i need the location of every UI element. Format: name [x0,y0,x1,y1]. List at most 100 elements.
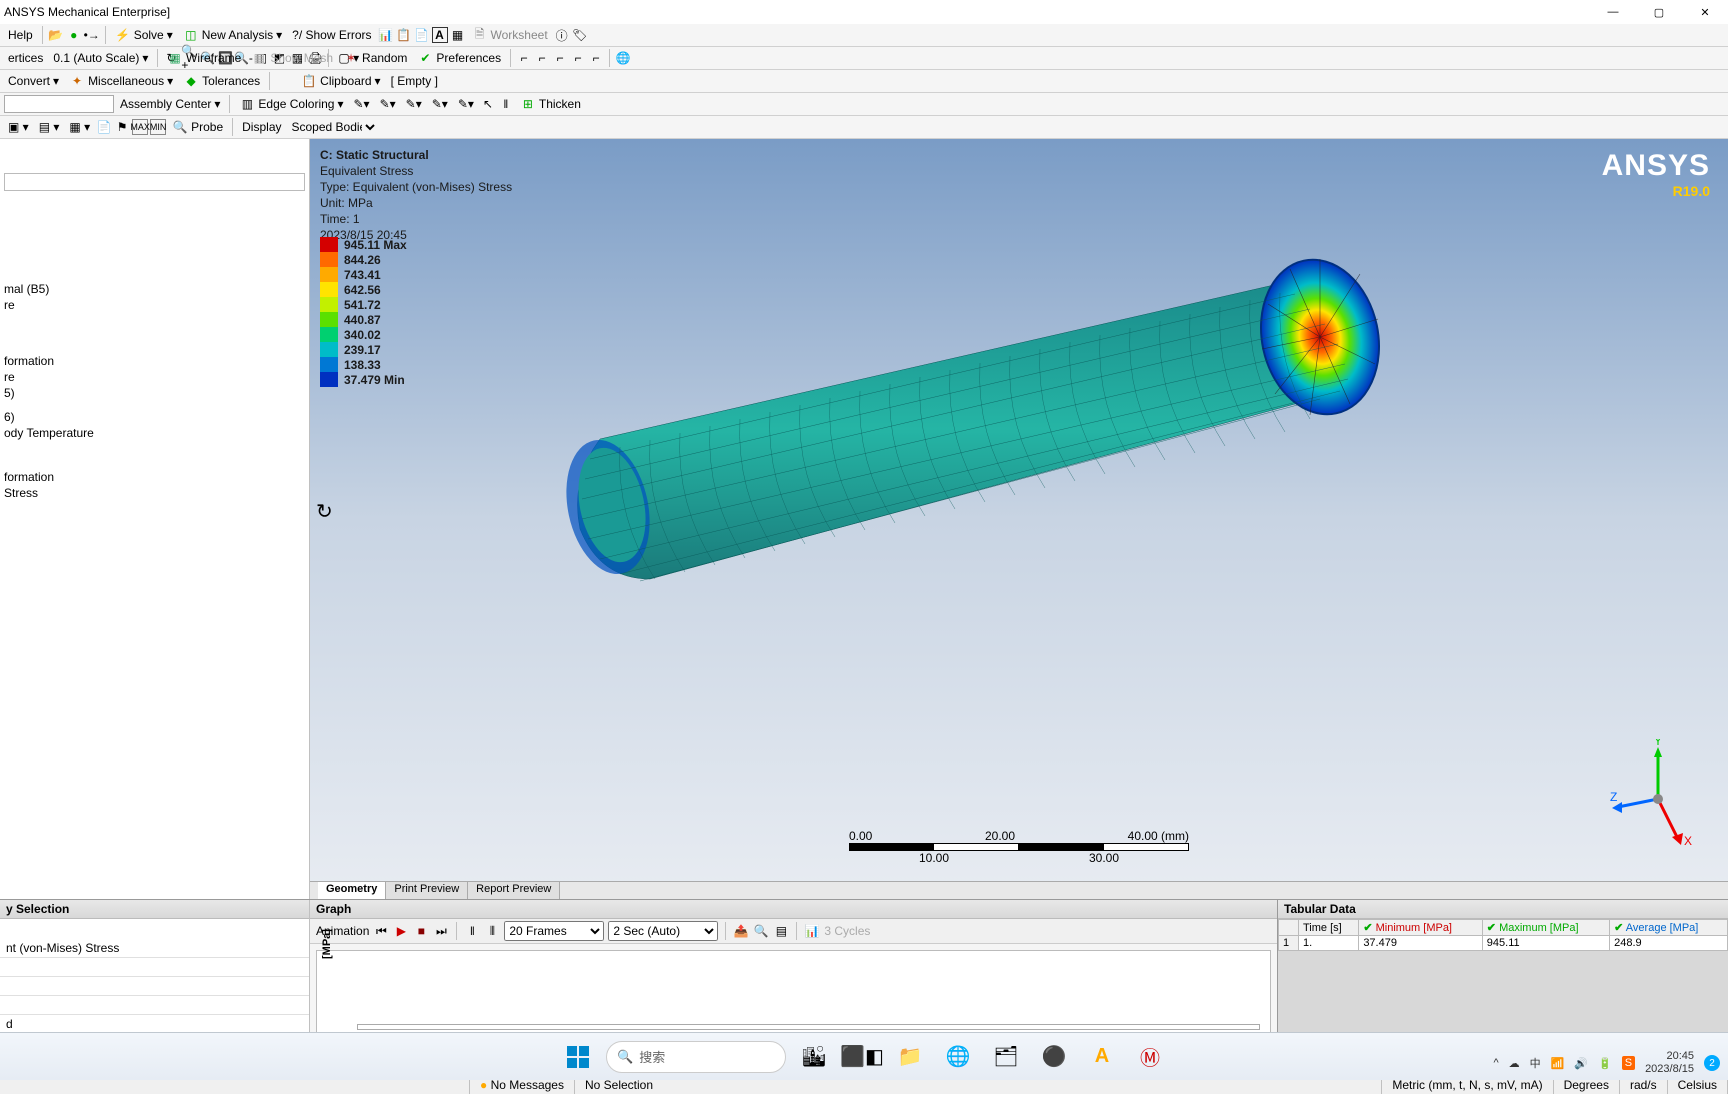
axis-icon-4[interactable]: ⌐ [570,50,586,66]
check-icon[interactable]: ● [66,27,82,43]
explorer-icon[interactable]: 📁 [890,1037,930,1077]
axis-icon-1[interactable]: ⌐ [516,50,532,66]
edge-style-5[interactable]: ✎▾ [454,96,478,112]
show-errors-button[interactable]: ?/ Show Errors [288,27,375,43]
vertices-button[interactable]: ertices [4,50,47,66]
copy-icon[interactable]: 📄 [96,119,112,135]
maximize-button[interactable]: ▢ [1636,0,1682,24]
props-row[interactable]: nt (von-Mises) Stress [0,939,309,958]
tree-item[interactable]: mal (B5) [0,281,309,297]
thicken-button[interactable]: ⊞Thicken [516,95,585,113]
tray-volume-icon[interactable]: 🔊 [1574,1057,1588,1070]
chart-icon[interactable]: 📊 [804,923,820,939]
tray-onedrive-icon[interactable]: ☁ [1509,1057,1520,1070]
taskview-icon[interactable]: ⬛◧ [842,1037,882,1077]
tray-chevron-icon[interactable]: ^ [1493,1057,1498,1069]
cube-combo-1[interactable]: ▣ ▾ [4,119,33,135]
first-frame-icon[interactable]: ⏮ [373,923,389,939]
tool-icon-1[interactable]: 📊 [378,27,394,43]
legend-icon[interactable]: ▤ [773,923,789,939]
graph-slider[interactable] [357,1024,1260,1030]
edge-style-1[interactable]: ✎▾ [350,96,374,112]
tool-icon-2[interactable]: 📋 [396,27,412,43]
clipboard-button[interactable]: 📋Clipboard ▾ [297,72,384,90]
convert-button[interactable]: Convert ▾ [4,73,63,89]
solve-button[interactable]: ⚡Solve ▾ [111,26,177,44]
cursor-icon[interactable]: ↖ [480,96,496,112]
scoped-bodies-combo[interactable]: Scoped Bodies [288,117,378,137]
table-row[interactable]: 1 1. 37.479 945.11 248.9 [1279,936,1728,951]
props-row[interactable] [0,958,309,977]
tab-report-preview[interactable]: Report Preview [468,882,560,899]
minimize-button[interactable]: — [1590,0,1636,24]
tree-item[interactable]: ody Temperature [0,425,309,441]
help-menu[interactable]: Help [4,27,37,43]
close-button[interactable]: ✕ [1682,0,1728,24]
taskbar-search[interactable]: 🔍 搜索 [606,1041,786,1073]
edge-icon[interactable]: 🌐 [938,1037,978,1077]
ansys-icon[interactable]: A [1082,1037,1122,1077]
wireframe-button[interactable]: ▦Wireframe [163,49,245,67]
frames-combo[interactable]: 20 Frames [504,921,604,941]
tool-icon-4[interactable]: ▦ [450,27,466,43]
random-button[interactable]: ✶Random [339,49,411,67]
col-time[interactable]: Time [s] [1299,920,1359,936]
col-max[interactable]: ✔ Maximum [MPa] [1482,920,1609,936]
tolerances-button[interactable]: ◆Tolerances [179,72,264,90]
app-icon-1[interactable]: ⚫ [1034,1037,1074,1077]
tag-icon[interactable]: 🏷 [572,27,588,43]
tree-icon[interactable]: •→ [84,27,100,43]
axis-icon-3[interactable]: ⌐ [552,50,568,66]
open-icon[interactable]: 📂 [48,27,64,43]
bars-icon-2[interactable]: ⦀ [484,923,500,939]
tray-ime[interactable]: 中 [1530,1055,1541,1071]
tree-item[interactable]: formation [0,469,309,485]
tab-print-preview[interactable]: Print Preview [386,882,468,899]
tree-item[interactable]: re [0,297,309,313]
stop-icon[interactable]: ■ [413,923,429,939]
app-icon-m[interactable]: Ⓜ [1130,1037,1170,1077]
bars-icon-1[interactable]: ‖ [464,923,480,939]
edge-style-2[interactable]: ✎▾ [376,96,400,112]
tab-geometry[interactable]: Geometry [318,882,386,899]
tool-icon-a[interactable]: A [432,27,448,43]
edge-style-4[interactable]: ✎▾ [428,96,452,112]
tree-item[interactable]: Stress [0,485,309,501]
flag-icon[interactable]: ⚑ [114,119,130,135]
tray-time[interactable]: 20:45 [1645,1050,1694,1063]
cube-combo-2[interactable]: ▤ ▾ [35,119,64,135]
tree-item[interactable]: formation [0,353,309,369]
autoscale-combo[interactable]: 0.1 (Auto Scale) ▾ [49,50,152,66]
edge-style-3[interactable]: ✎▾ [402,96,426,112]
tree-item[interactable]: re [0,369,309,385]
assembly-input[interactable] [4,95,114,113]
export-icon[interactable]: 📤 [733,923,749,939]
probe-button[interactable]: 🔍Probe [168,118,227,136]
worksheet-button[interactable]: 🗎Worksheet [468,26,552,44]
tray-date[interactable]: 2023/8/15 [1645,1063,1694,1076]
col-min[interactable]: ✔ Minimum [MPa] [1359,920,1482,936]
widgets-icon[interactable]: 🏙 [794,1037,834,1077]
preferences-button[interactable]: ✔Preferences [413,49,505,67]
col-avg[interactable]: ✔ Average [MPa] [1610,920,1728,936]
tray-wifi-icon[interactable]: 📶 [1551,1057,1565,1070]
tray-sogou-icon[interactable]: S [1622,1056,1635,1070]
misc-button[interactable]: ✦Miscellaneous ▾ [65,72,177,90]
assembly-center-button[interactable]: Assembly Center ▾ [116,96,224,112]
tray-battery-icon[interactable]: 🔋 [1598,1057,1612,1070]
viewport-3d[interactable]: C: Static Structural Equivalent Stress T… [310,139,1728,899]
tree-item[interactable]: 5) [0,385,309,401]
axis-icon-5[interactable]: ⌐ [588,50,604,66]
tool-icon-3[interactable]: 📄 [414,27,430,43]
tray-notifications-icon[interactable]: 2 [1704,1055,1720,1071]
edge-coloring-button[interactable]: ▥Edge Coloring ▾ [235,95,347,113]
filter-input[interactable] [4,173,305,191]
tree-item[interactable]: 6) [0,409,309,425]
last-frame-icon[interactable]: ⏭ [433,923,449,939]
globe-icon[interactable]: 🌐 [615,50,631,66]
sec-combo[interactable]: 2 Sec (Auto) [608,921,718,941]
bars-icon[interactable]: ‖ [498,96,514,112]
show-mesh-button[interactable]: ▦Show Mesh [247,49,337,67]
zoom-graph-icon[interactable]: 🔍 [753,923,769,939]
axis-icon-2[interactable]: ⌐ [534,50,550,66]
